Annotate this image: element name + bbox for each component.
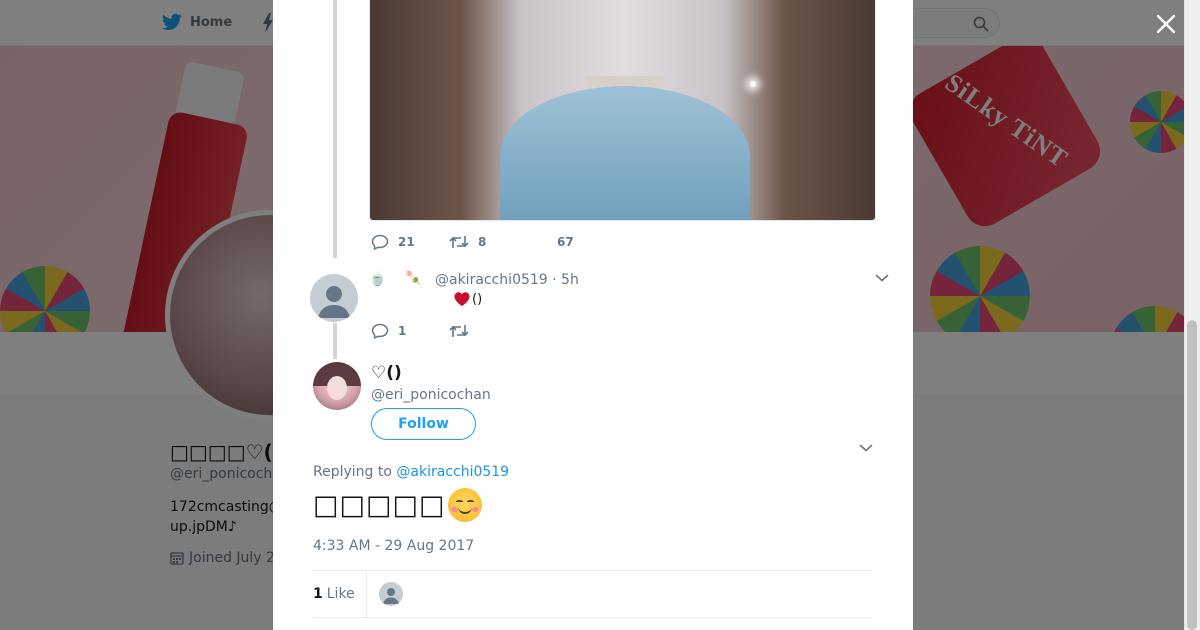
main-tweet-text: □□□□□ <box>313 488 482 522</box>
emoji-tea-cup: 🍵 <box>369 271 387 287</box>
retweet-button[interactable]: 8 <box>449 234 557 250</box>
reply-tweet-header: 🍵 🍡 @akiracchi0519 · 5h <box>369 271 889 291</box>
retweet-icon <box>449 236 469 248</box>
smiling-face-icon <box>447 488 482 522</box>
photo-sparkle <box>750 81 756 87</box>
main-author-name[interactable]: ♡() <box>371 363 402 383</box>
reply-author-handle[interactable]: @akiracchi0519 · 5h <box>435 272 579 288</box>
reply-button[interactable]: 1 <box>371 323 449 339</box>
reply-text-suffix: () <box>472 291 483 307</box>
close-icon[interactable] <box>1154 12 1178 36</box>
heart-icon <box>454 292 470 306</box>
chevron-down-icon[interactable] <box>859 443 873 453</box>
tweet-stats: 1 Like <box>313 571 873 617</box>
stats-divider <box>313 617 873 618</box>
reply-icon <box>371 323 389 339</box>
retweet-button[interactable] <box>449 323 469 339</box>
thread-connector <box>333 323 337 359</box>
avatar-face <box>327 376 347 400</box>
retweet-icon <box>449 325 469 337</box>
tweet-permalink-modal: 21 8 67 🍵 🍡 @akiracchi0519 · 5h () 1 ♡()… <box>273 0 913 630</box>
retweet-count: 8 <box>478 235 487 249</box>
photo-shirt <box>500 86 750 220</box>
tweet-timestamp[interactable]: 4:33 AM - 29 Aug 2017 <box>313 538 474 554</box>
default-avatar-icon <box>382 588 399 604</box>
reply-button[interactable]: 21 <box>371 234 449 250</box>
emoji-dango: 🍡 <box>405 271 422 286</box>
like-button[interactable]: 67 <box>557 235 574 249</box>
reply-tweet-text: () <box>453 291 482 307</box>
main-tweet-text-body: □□□□□ <box>313 489 446 521</box>
reply-count: 21 <box>398 235 415 249</box>
main-author-avatar[interactable] <box>313 362 361 410</box>
reply-author-avatar[interactable] <box>310 274 358 322</box>
thread-connector <box>333 0 337 258</box>
reply-tweet-actions: 1 <box>371 323 469 339</box>
replying-prefix: Replying to <box>313 464 397 480</box>
scrollbar-thumb[interactable] <box>1187 320 1197 630</box>
follow-button[interactable]: Follow <box>371 408 476 440</box>
main-author-handle[interactable]: @eri_ponicochan <box>371 387 491 403</box>
tweet-photo[interactable] <box>369 0 876 221</box>
liker-avatar[interactable] <box>378 582 403 606</box>
parent-tweet-actions: 21 8 67 <box>371 234 574 250</box>
likes-stat[interactable]: 1 Like <box>313 571 367 617</box>
reply-icon <box>371 234 389 250</box>
like-count: 67 <box>557 235 574 249</box>
reply-count: 1 <box>398 324 407 338</box>
default-avatar-icon <box>318 286 350 318</box>
likes-count: 1 <box>313 586 323 602</box>
replying-to-mention[interactable]: @akiracchi0519 <box>396 464 509 480</box>
replying-to: Replying to @akiracchi0519 <box>313 464 509 480</box>
chevron-down-icon[interactable] <box>875 273 889 283</box>
likes-label: Like <box>326 586 355 602</box>
